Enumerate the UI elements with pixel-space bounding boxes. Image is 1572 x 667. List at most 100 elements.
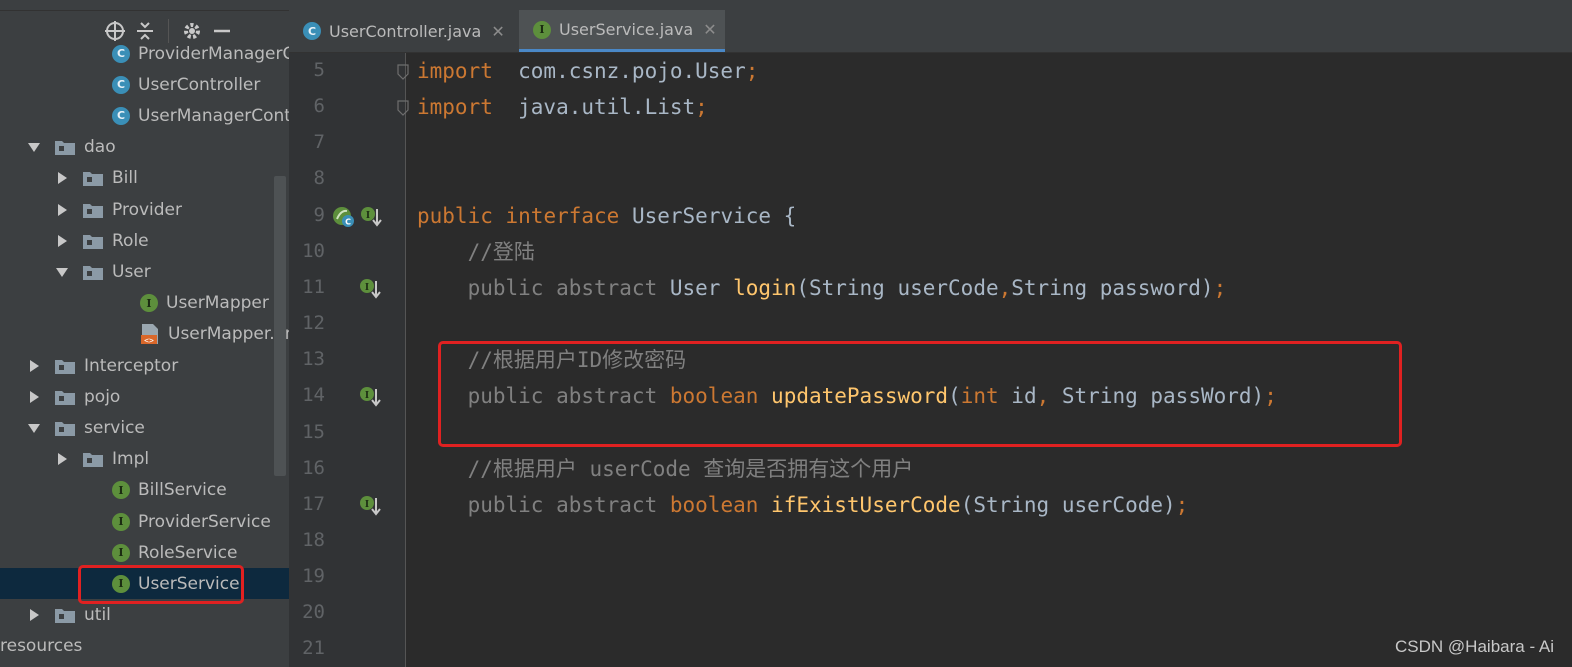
- tree-item-util[interactable]: util: [0, 600, 289, 631]
- tree-item-label: Bill: [112, 168, 138, 189]
- fold-icon[interactable]: [397, 64, 409, 80]
- line-number: 8: [313, 167, 325, 190]
- class-icon: C: [303, 22, 321, 40]
- code-token: com.csnz.pojo.User: [492, 59, 746, 83]
- chevron-right-icon[interactable]: [56, 172, 68, 185]
- code-token: String password): [1011, 275, 1214, 300]
- tree-item-impl[interactable]: Impl: [0, 444, 289, 475]
- tree-item-providermanagercon[interactable]: C ProviderManagerCon: [0, 38, 289, 69]
- spring-bean-icon[interactable]: CI: [331, 205, 382, 229]
- tree-item-interceptor[interactable]: Interceptor: [0, 350, 289, 381]
- line-number: 14: [302, 384, 325, 407]
- tree-item-label: UserMapper: [166, 293, 269, 314]
- tree-item-resources[interactable]: resources: [0, 631, 289, 662]
- code-line[interactable]: public abstract User login(String userCo…: [417, 270, 1227, 306]
- package-folder-icon: [54, 138, 76, 156]
- tree-item-label: service: [84, 417, 145, 438]
- tree-item-service[interactable]: service: [0, 412, 289, 443]
- interface-icon: I: [533, 20, 551, 39]
- tree-item-usermapper[interactable]: I UserMapper: [0, 288, 289, 319]
- code-token: public abstract: [417, 492, 670, 517]
- implemented-down-icon[interactable]: I: [359, 385, 381, 409]
- tree-item-billservice[interactable]: I BillService: [0, 475, 289, 506]
- tree-item-label: ProviderService: [138, 511, 271, 532]
- class-icon: C: [112, 75, 130, 94]
- code-token: //根据用户 userCode 查询是否拥有这个用户: [417, 456, 914, 481]
- chevron-down-icon[interactable]: [56, 266, 68, 278]
- tree-item-label: ProviderManagerCon: [138, 43, 289, 64]
- line-number: 21: [302, 637, 325, 660]
- watermark: CSDN @Haibara - Ai: [1395, 637, 1554, 656]
- line-number: 5: [313, 59, 325, 81]
- tab-usercontroller-java[interactable]: C UserController.java ✕: [289, 10, 519, 52]
- tree-item-label: dao: [84, 137, 116, 158]
- project-sidebar: C ProviderManagerCon C UserController C UserM…: [0, 0, 289, 667]
- tree-item-label: Interceptor: [84, 355, 179, 376]
- tree-item-provider[interactable]: Provider: [0, 194, 289, 225]
- code-token: ;: [1175, 492, 1189, 517]
- tree-item-label: Impl: [112, 449, 150, 470]
- package-folder-icon: [82, 201, 104, 219]
- tree-item-label: RoleService: [138, 542, 238, 563]
- interface-icon: I: [140, 294, 158, 313]
- code-line[interactable]: public interface UserService {: [417, 198, 796, 234]
- code-line[interactable]: import com.csnz.pojo.User;: [417, 53, 758, 89]
- fold-icon[interactable]: [397, 100, 409, 116]
- line-number: 11: [302, 275, 325, 298]
- package-folder-icon: [82, 232, 104, 250]
- code-line[interactable]: //登陆: [417, 234, 535, 270]
- code-token: //登陆: [417, 239, 535, 264]
- sidebar-highlight-box: [78, 565, 244, 604]
- tree-item-label: Provider: [112, 199, 182, 220]
- svg-text:I: I: [365, 500, 369, 510]
- package-folder-icon: [54, 388, 76, 406]
- chevron-right-icon[interactable]: [28, 359, 40, 372]
- tree-item-label: User: [112, 261, 151, 282]
- tree-item-user[interactable]: User: [0, 256, 289, 287]
- tree-item-usermanagercontroll[interactable]: C UserManagerControll: [0, 100, 289, 131]
- chevron-right-icon[interactable]: [56, 203, 68, 216]
- package-folder-icon: [82, 169, 104, 187]
- implemented-down-icon[interactable]: I: [359, 277, 381, 301]
- chevron-right-icon[interactable]: [56, 453, 68, 466]
- tree-item-role[interactable]: Role: [0, 225, 289, 256]
- code-token: ;: [745, 59, 759, 83]
- code-line[interactable]: //根据用户 userCode 查询是否拥有这个用户: [417, 451, 914, 487]
- tree-item-usermapper-xml[interactable]: <> UserMapper.xml: [0, 319, 289, 350]
- code-token: ifExistUserCode: [771, 492, 961, 517]
- xml-file-icon: <>: [140, 323, 160, 345]
- line-number: 20: [302, 601, 325, 624]
- class-icon: C: [112, 106, 130, 125]
- chevron-right-icon[interactable]: [28, 390, 40, 403]
- package-folder-icon: [54, 419, 76, 437]
- tab-userservice-java[interactable]: I UserService.java ✕: [519, 10, 725, 52]
- tree-item-providerservice[interactable]: I ProviderService: [0, 506, 289, 537]
- code-line[interactable]: public abstract boolean ifExistUserCode(…: [417, 487, 1189, 523]
- tree-item-roleservice[interactable]: I RoleService: [0, 537, 289, 568]
- close-icon[interactable]: ✕: [703, 20, 716, 39]
- close-icon[interactable]: ✕: [491, 22, 504, 41]
- tree-item-pojo[interactable]: pojo: [0, 381, 289, 412]
- tree-item-dao[interactable]: dao: [0, 132, 289, 163]
- code-token: (String userCode: [796, 275, 999, 300]
- chevron-down-icon[interactable]: [28, 141, 40, 153]
- implemented-down-icon[interactable]: I: [359, 494, 381, 518]
- svg-text:C: C: [345, 217, 351, 226]
- chevron-down-icon[interactable]: [28, 422, 40, 434]
- interface-icon: I: [112, 512, 130, 531]
- chevron-right-icon[interactable]: [56, 234, 68, 247]
- code-token: boolean: [669, 492, 759, 517]
- tree-item-usercontroller[interactable]: C UserController: [0, 69, 289, 100]
- tree-item-bill[interactable]: Bill: [0, 163, 289, 194]
- code-line[interactable]: import java.util.List;: [417, 89, 708, 125]
- line-number: 12: [302, 312, 325, 335]
- line-number: 15: [302, 420, 325, 443]
- tab-label: UserController.java: [329, 21, 482, 41]
- code-token: ;: [695, 95, 708, 120]
- code-token: java.util.List: [492, 95, 696, 120]
- package-folder-icon: [54, 357, 76, 375]
- chevron-right-icon[interactable]: [28, 609, 40, 622]
- sidebar-scrollbar[interactable]: [274, 176, 286, 476]
- tree-item-label: BillService: [138, 480, 227, 501]
- code-token: interface: [505, 203, 620, 228]
